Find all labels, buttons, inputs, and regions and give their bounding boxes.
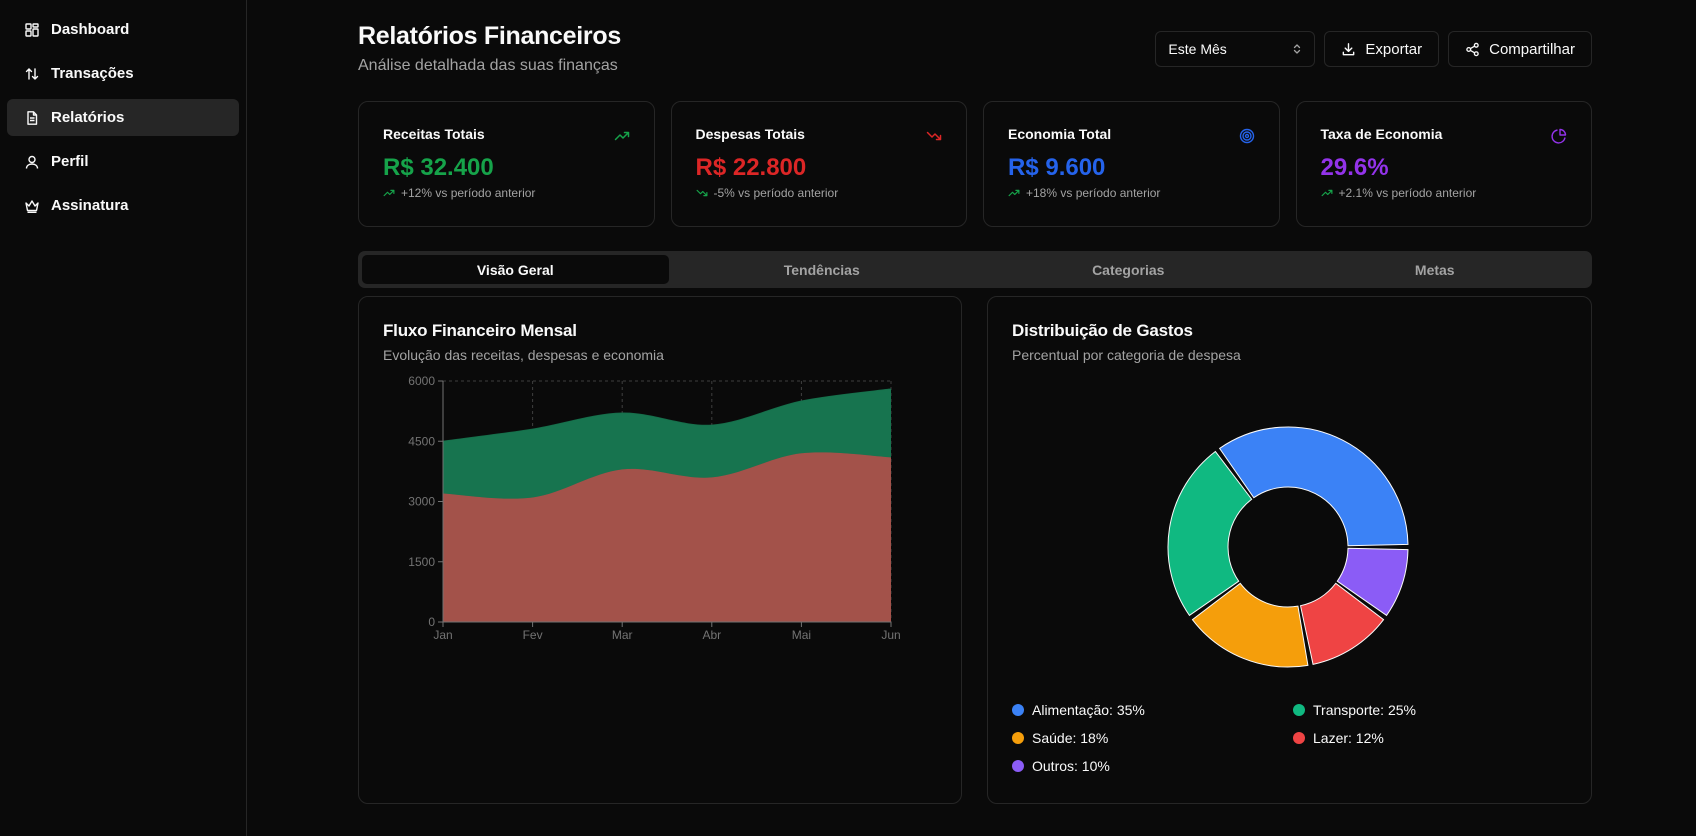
user-icon	[25, 155, 39, 169]
legend-item: Transporte: 25%	[1293, 701, 1574, 719]
card-change-text: -5% vs período anterior	[713, 186, 839, 200]
trending-up-icon	[614, 131, 629, 141]
summary-cards: Receitas Totais R$ 32.400 +12% vs períod…	[358, 101, 1592, 227]
legend-dot	[1012, 704, 1024, 716]
tab-visao-geral[interactable]: Visão Geral	[362, 255, 669, 284]
card-title: Economia Total	[1008, 126, 1112, 142]
sidebar-item-label: Perfil	[51, 153, 89, 170]
donut-legend: Alimentação: 35% Transporte: 25% Saúde: …	[1012, 701, 1572, 775]
legend-dot	[1293, 732, 1305, 744]
trending-up-icon	[1008, 189, 1020, 197]
trending-down-icon	[926, 131, 942, 141]
trending-down-icon	[696, 189, 707, 197]
card-change-text: +18% vs período anterior	[1026, 186, 1161, 200]
sidebar-item-perfil[interactable]: Perfil	[7, 143, 239, 180]
card-change: +12% vs período anterior	[383, 186, 630, 200]
panel-subtitle: Percentual por categoria de despesa	[1012, 347, 1241, 363]
sidebar-item-label: Transações	[51, 65, 134, 82]
y-tick-label: 0	[428, 615, 435, 629]
card-taxa: Taxa de Economia 29.6% +2.1% vs período …	[1295, 101, 1592, 227]
x-tick-label: Mai	[792, 628, 811, 642]
legend-dot	[1012, 732, 1024, 744]
y-tick-label: 3000	[408, 495, 435, 509]
sidebar-item-dashboard[interactable]: Dashboard	[7, 11, 239, 48]
tab-tendencias[interactable]: Tendências	[669, 255, 976, 284]
card-change-text: +2.1% vs período anterior	[1338, 186, 1477, 200]
sidebar-item-label: Assinatura	[51, 197, 129, 214]
legend-label: Alimentação: 35%	[1032, 702, 1145, 718]
legend-item: Alimentação: 35%	[1012, 701, 1293, 719]
x-tick-label: Jun	[881, 628, 900, 642]
distribution-panel: Distribuição de Gastos Percentual por ca…	[987, 296, 1592, 804]
legend-label: Saúde: 18%	[1032, 730, 1109, 746]
sidebar-item-label: Relatórios	[51, 109, 125, 126]
donut-chart	[1167, 426, 1409, 668]
sidebar: Dashboard Transações Relatórios Perfil A…	[0, 0, 247, 836]
card-change-text: +12% vs período anterior	[401, 186, 536, 200]
card-despesas: Despesas Totais R$ 22.800 -5% vs período…	[670, 101, 967, 227]
trending-up-icon	[383, 189, 395, 197]
pie-chart-icon	[1551, 128, 1567, 144]
sidebar-nav: Dashboard Transações Relatórios Perfil A…	[7, 0, 239, 224]
y-tick-label: 1500	[408, 555, 435, 569]
target-icon	[1239, 128, 1254, 144]
tab-categorias[interactable]: Categorias	[975, 255, 1282, 284]
sidebar-item-label: Dashboard	[51, 21, 130, 38]
card-change: -5% vs período anterior	[696, 186, 943, 200]
export-button-label: Exportar	[1365, 40, 1423, 58]
card-change: +2.1% vs período anterior	[1321, 186, 1568, 200]
chevron-up-down-icon	[1294, 44, 1301, 54]
dashboard-icon	[25, 22, 39, 37]
legend-label: Lazer: 12%	[1313, 730, 1384, 746]
legend-item: Lazer: 12%	[1293, 729, 1574, 747]
card-title: Despesas Totais	[695, 126, 805, 142]
card-title: Taxa de Economia	[1320, 126, 1443, 142]
panel-title: Fluxo Financeiro Mensal	[383, 321, 577, 340]
page-header: Relatórios Financeiros Análise detalhada…	[358, 22, 1592, 82]
x-tick-label: Fev	[523, 628, 543, 642]
legend-item: Outros: 10%	[1012, 757, 1293, 775]
legend-label: Outros: 10%	[1032, 758, 1110, 774]
legend-dot	[1293, 704, 1305, 716]
panel-subtitle: Evolução das receitas, despesas e econom…	[383, 347, 664, 363]
card-value: R$ 32.400	[383, 154, 494, 181]
period-select-value: Este Mês	[1168, 41, 1227, 57]
flow-chart-panel: Fluxo Financeiro Mensal Evolução das rec…	[358, 296, 962, 804]
card-title: Receitas Totais	[383, 126, 485, 142]
card-economia: Economia Total R$ 9.600 +18% vs período …	[983, 101, 1280, 227]
x-tick-label: Mar	[612, 628, 633, 642]
share-button[interactable]: Compartilhar	[1448, 31, 1592, 67]
sidebar-item-assinatura[interactable]: Assinatura	[7, 187, 239, 224]
donut-slice-alimentação	[1218, 426, 1409, 547]
legend-label: Transporte: 25%	[1313, 702, 1416, 718]
x-tick-label: Jan	[433, 628, 452, 642]
legend-dot	[1012, 760, 1024, 772]
card-change: +18% vs período anterior	[1008, 186, 1255, 200]
card-value: R$ 9.600	[1008, 154, 1106, 181]
share-icon	[1466, 42, 1479, 56]
crown-icon	[25, 199, 39, 213]
x-tick-label: Abr	[702, 628, 721, 642]
sidebar-item-transacoes[interactable]: Transações	[7, 55, 239, 92]
sidebar-item-relatorios[interactable]: Relatórios	[7, 99, 239, 136]
y-tick-label: 4500	[408, 434, 435, 448]
trending-up-icon	[1321, 189, 1332, 197]
area-chart: 0 1500 3000 4500 6000 Jan Fev Mar Abr Mai Jun	[408, 374, 900, 642]
tab-metas[interactable]: Metas	[1282, 255, 1589, 284]
card-value: 29.6%	[1320, 154, 1389, 181]
report-tabs: Visão Geral Tendências Categorias Metas	[358, 251, 1592, 288]
legend-item: Saúde: 18%	[1012, 729, 1293, 747]
card-value: R$ 22.800	[695, 154, 807, 181]
document-icon	[27, 110, 38, 125]
arrows-up-down-icon	[25, 67, 39, 80]
share-button-label: Compartilhar	[1489, 40, 1575, 58]
export-button[interactable]: Exportar	[1324, 31, 1440, 67]
period-select[interactable]: Este Mês	[1155, 31, 1316, 67]
y-tick-label: 6000	[408, 374, 435, 388]
download-icon	[1343, 42, 1355, 55]
header-actions: Este Mês Exportar Compartilhar	[1155, 31, 1592, 67]
card-receitas: Receitas Totais R$ 32.400 +12% vs períod…	[358, 101, 655, 227]
panel-title: Distribuição de Gastos	[1012, 321, 1193, 340]
